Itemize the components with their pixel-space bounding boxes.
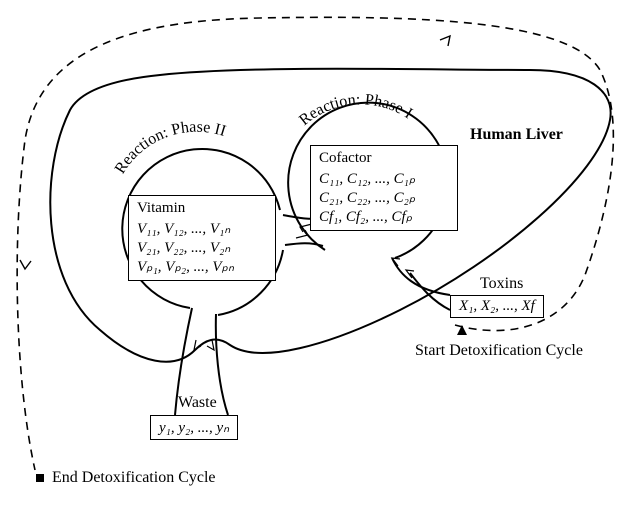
waste-box: y₁, y₂, ..., yₙ (150, 415, 238, 440)
cofactor-title: Cofactor (319, 150, 449, 167)
end-marker-icon (36, 474, 44, 482)
toxins-box: X₁, X₂, ..., Xf (450, 295, 544, 318)
svg-text:Reaction: Phase II: Reaction: Phase II (112, 119, 228, 177)
end-label: End Detoxification Cycle (52, 470, 216, 487)
toxins-row: X₁, X₂, ..., Xf (459, 298, 535, 314)
title-label: Human Liver (470, 127, 563, 144)
cofactor-box: Cofactor C₁₁, C₁₂, ..., C₁ₚ C₂₁, C₂₂, ..… (310, 145, 458, 231)
vitamin-box: Vitamin V₁₁, V₁₂, ..., V₁ₙ V₂₁, V₂₂, ...… (128, 195, 276, 281)
start-marker-icon (457, 325, 467, 335)
vitamin-row: V₂₁, V₂₂, ..., V₂ₙ (137, 238, 267, 257)
vitamin-row: Vₚ₁, Vₚ₂, ..., Vₚₙ (137, 257, 267, 276)
cofactor-row: C₁₁, C₁₂, ..., C₁ₚ (319, 169, 449, 188)
waste-title: Waste (178, 395, 217, 412)
toxins-title: Toxins (480, 276, 523, 293)
start-label: Start Detoxification Cycle (415, 343, 583, 360)
phase2-label: Reaction: Phase II (112, 119, 228, 177)
cofactor-row: C₂₁, C₂₂, ..., C₂ₚ (319, 188, 449, 207)
vitamin-row: V₁₁, V₁₂, ..., V₁ₙ (137, 219, 267, 238)
waste-row: y₁, y₂, ..., yₙ (159, 420, 229, 436)
vitamin-title: Vitamin (137, 200, 267, 217)
cofactor-row: Cf₁, Cf₂, ..., Cfₚ (319, 207, 449, 226)
